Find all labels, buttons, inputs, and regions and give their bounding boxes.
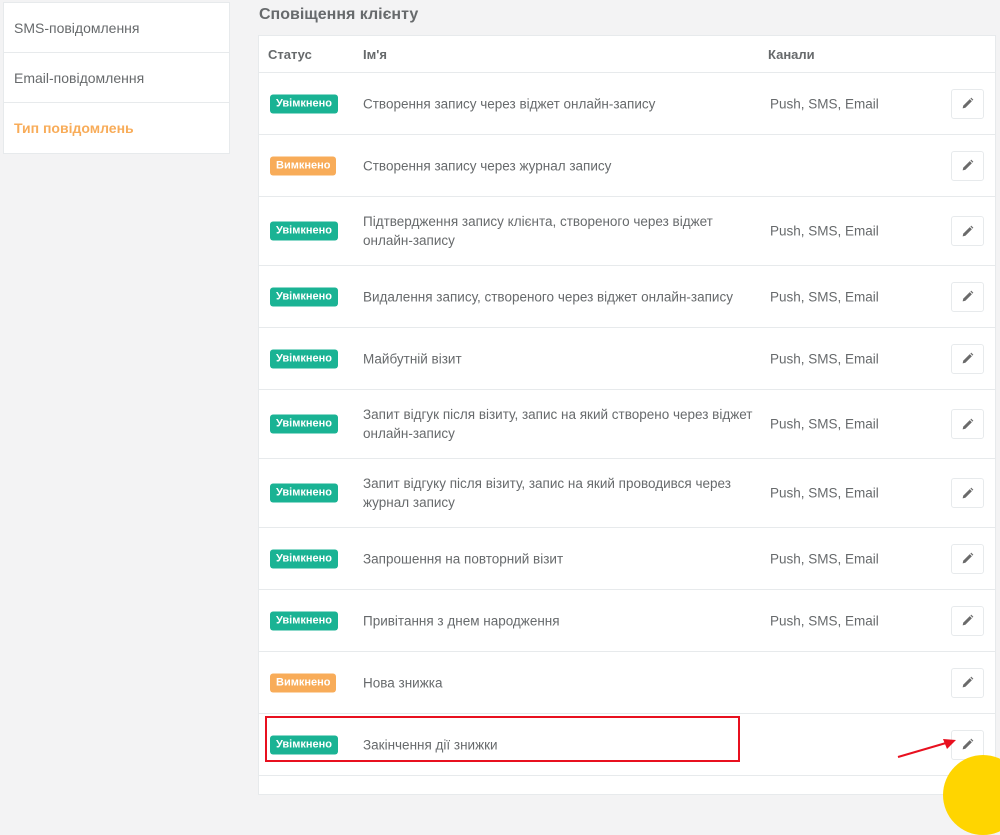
pencil-icon xyxy=(962,225,974,236)
edit-button[interactable] xyxy=(951,343,984,374)
notification-name: Нова знижка xyxy=(363,675,443,690)
notification-name: Створення запису через журнал запису xyxy=(363,158,612,173)
status-badge: Увімкнено xyxy=(270,349,339,368)
status-badge: Увімкнено xyxy=(270,611,339,630)
edit-button[interactable] xyxy=(951,667,984,698)
table-row: Увімкнено Запрошення на повторний візит Pu… xyxy=(259,528,995,590)
notification-name: Запит відгук після візиту, запис на який… xyxy=(363,407,753,441)
notification-name: Підтвердження запису клієнта, створеного… xyxy=(363,214,713,248)
pencil-icon xyxy=(962,487,974,498)
edit-button[interactable] xyxy=(951,605,984,636)
notification-name: Привітання з днем народження xyxy=(363,613,560,628)
sidebar-item-email[interactable]: Email-повідомлення xyxy=(4,53,229,103)
pencil-icon xyxy=(962,614,974,626)
notifications-table: Статус Ім'я Канали Увімкнено Створення за… xyxy=(258,35,996,795)
notification-channels: Push, SMS, Email xyxy=(770,289,879,304)
section-title: Сповіщення клієнту xyxy=(259,6,419,23)
notification-name: Видалення запису, створеного через відже… xyxy=(363,289,733,304)
table-row: Увімкнено Підтвердження запису клієнта, с… xyxy=(259,197,995,266)
header-status: Статус xyxy=(268,47,312,62)
status-badge: Увімкнено xyxy=(270,94,339,113)
table-row: Увімкнено Запит відгук після візиту, запи… xyxy=(259,390,995,459)
notification-channels: Push, SMS, Email xyxy=(770,416,879,432)
pencil-icon xyxy=(962,290,974,302)
status-badge: Увімкнено xyxy=(270,414,339,434)
notification-name: Майбутній візит xyxy=(363,351,462,366)
status-badge: Увімкнено xyxy=(270,287,339,306)
notification-channels: Push, SMS, Email xyxy=(770,223,879,239)
table-body: Увімкнено Створення запису через віджет о… xyxy=(259,73,995,776)
pencil-icon xyxy=(962,552,974,564)
notification-name: Запит відгуку після візиту, запис на яки… xyxy=(363,476,731,510)
status-badge: Вимкнено xyxy=(270,673,337,692)
pencil-icon xyxy=(962,159,974,171)
pencil-icon xyxy=(962,418,974,429)
notification-channels: Push, SMS, Email xyxy=(770,96,879,111)
table-header: Статус Ім'я Канали xyxy=(259,36,995,73)
edit-button[interactable] xyxy=(951,478,984,508)
edit-button[interactable] xyxy=(951,150,984,181)
notification-channels: Push, SMS, Email xyxy=(770,351,879,366)
status-badge: Увімкнено xyxy=(270,483,339,503)
notification-channels: Push, SMS, Email xyxy=(770,613,879,628)
notification-channels: Push, SMS, Email xyxy=(770,551,879,566)
table-row: Увімкнено Створення запису через віджет о… xyxy=(259,73,995,135)
notification-name: Запрошення на повторний візит xyxy=(363,551,564,566)
highlight-annotation xyxy=(265,716,740,762)
arrow-icon xyxy=(897,739,956,758)
settings-sidebar: SMS-повідомлення Email-повідомлення Тип … xyxy=(3,2,230,154)
table-row: Увімкнено Привітання з днем народження Pus… xyxy=(259,590,995,652)
status-badge: Увімкнено xyxy=(270,549,339,568)
pencil-icon xyxy=(962,352,974,364)
pencil-icon xyxy=(962,738,974,750)
table-row: Вимкнено Створення запису через журнал за… xyxy=(259,135,995,197)
status-badge: Увімкнено xyxy=(270,221,339,241)
sidebar-item-notification-types[interactable]: Тип повідомлень xyxy=(4,103,229,153)
edit-button[interactable] xyxy=(951,88,984,119)
header-name: Ім'я xyxy=(363,47,387,62)
notification-channels: Push, SMS, Email xyxy=(770,485,879,501)
table-row: Увімкнено Майбутній візит Push, SMS, Email xyxy=(259,328,995,390)
edit-button[interactable] xyxy=(951,543,984,574)
pencil-icon xyxy=(962,97,974,109)
edit-button[interactable] xyxy=(951,216,984,246)
status-badge: Вимкнено xyxy=(270,156,337,175)
header-channels: Канали xyxy=(768,47,815,62)
pencil-icon xyxy=(962,676,974,688)
edit-button[interactable] xyxy=(951,409,984,439)
sidebar-item-sms[interactable]: SMS-повідомлення xyxy=(4,3,229,53)
table-row: Вимкнено Нова знижка xyxy=(259,652,995,714)
table-row: Увімкнено Запит відгуку після візиту, зап… xyxy=(259,459,995,528)
edit-button[interactable] xyxy=(951,281,984,312)
notification-name: Створення запису через віджет онлайн-зап… xyxy=(363,96,656,111)
table-row: Увімкнено Видалення запису, створеного че… xyxy=(259,266,995,328)
